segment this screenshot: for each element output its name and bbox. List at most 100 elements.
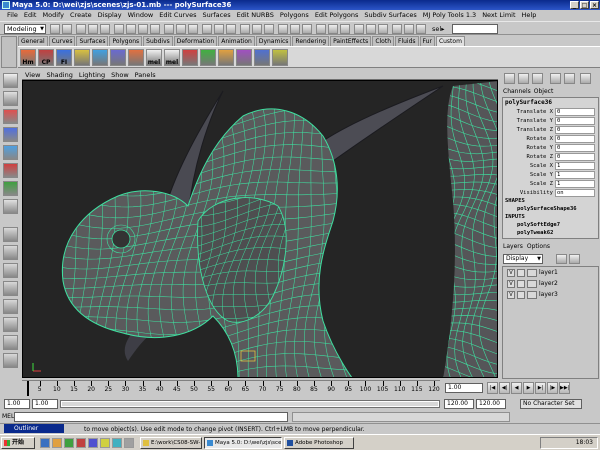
status-tool-icon[interactable] (240, 24, 250, 34)
viewport-menu[interactable]: Show (111, 70, 129, 79)
channel-attribute-value[interactable]: 0 (555, 107, 595, 116)
layout-four-icon[interactable] (3, 245, 18, 260)
paint-select-icon[interactable] (3, 109, 18, 124)
shelf-tab[interactable]: Dynamics (255, 36, 292, 46)
channel-attribute-value[interactable]: on (555, 188, 595, 197)
status-tool-icon[interactable] (392, 24, 402, 34)
new-layer-icon[interactable] (556, 254, 567, 264)
rotate-tool-icon[interactable] (3, 145, 18, 160)
status-tool-icon[interactable] (264, 24, 274, 34)
channel-attribute-value[interactable]: 1 (555, 161, 595, 170)
layer-mode-dropdown[interactable]: Display ▼ (503, 254, 543, 264)
status-tool-icon[interactable] (316, 24, 326, 34)
channel-attribute-value[interactable]: 0 (555, 125, 595, 134)
input-node[interactable]: polySoftEdge7 (503, 221, 598, 229)
shelf-tab[interactable]: Rendering (292, 36, 330, 46)
playback-button[interactable]: |▶ (547, 382, 558, 394)
current-frame-field[interactable]: 1.00 (445, 383, 483, 393)
shelf-tab[interactable]: General (18, 36, 48, 46)
menu-item[interactable]: Edit Curves (156, 10, 199, 21)
last-tool-icon[interactable] (3, 199, 18, 214)
object-menu[interactable]: Object (534, 88, 554, 97)
menu-item[interactable]: Next Limit (479, 10, 518, 21)
animation-end-field[interactable]: 120.00 (476, 399, 506, 409)
shelf-tab[interactable]: Subdivs (143, 36, 173, 46)
shelf-tab[interactable]: Surfaces (76, 36, 109, 46)
shelf-button[interactable] (110, 49, 126, 66)
minimize-button[interactable]: _ (570, 1, 579, 9)
shelf-button[interactable]: mel (146, 49, 162, 66)
shelf-tab[interactable]: PaintEffects (330, 36, 372, 46)
status-tool-icon[interactable] (378, 24, 388, 34)
layer-playback-toggle[interactable] (517, 290, 525, 299)
layer-row[interactable]: Vlayer3 (503, 289, 598, 300)
status-tool-icon[interactable] (404, 24, 414, 34)
shelf-button[interactable] (128, 49, 144, 66)
status-tool-icon[interactable] (126, 24, 136, 34)
channel-attribute-value[interactable]: 0 (555, 143, 595, 152)
channel-attribute-value[interactable]: 0 (555, 152, 595, 161)
move-tool-icon[interactable] (3, 127, 18, 142)
shelf-button[interactable] (272, 49, 288, 66)
shelf-tab[interactable]: Curves (48, 36, 76, 46)
status-tool-icon[interactable] (226, 24, 236, 34)
status-tool-icon[interactable] (214, 24, 224, 34)
shelf-button[interactable]: FI (56, 49, 72, 66)
layer-visibility-toggle[interactable]: V (507, 279, 515, 288)
panel-toggle-icon[interactable] (564, 73, 575, 84)
options-menu[interactable]: Options (527, 243, 550, 252)
scale-tool-icon[interactable] (3, 163, 18, 178)
quick-launch-icon[interactable] (100, 438, 110, 448)
menu-item[interactable]: Window (125, 10, 157, 21)
menu-item[interactable]: Subdiv Surfaces (361, 10, 419, 21)
menu-item[interactable]: File (4, 10, 21, 21)
playback-button[interactable]: ▶ (523, 382, 534, 394)
playback-button[interactable]: ◀ (511, 382, 522, 394)
viewport-menu[interactable]: Shading (46, 70, 72, 79)
layout-custom-icon[interactable] (3, 335, 18, 350)
playback-end-field[interactable]: 120.00 (444, 399, 474, 409)
layer-visibility-toggle[interactable]: V (507, 268, 515, 277)
quick-select-input[interactable] (452, 24, 498, 34)
status-tool-icon[interactable] (354, 24, 364, 34)
shelf-button[interactable]: CP (38, 49, 54, 66)
layout-persp-icon[interactable] (3, 263, 18, 278)
perspective-viewport[interactable] (22, 80, 498, 378)
manipulator-icon[interactable] (3, 181, 18, 196)
panel-toggle-icon[interactable] (580, 73, 591, 84)
menu-item[interactable]: Display (95, 10, 125, 21)
status-tool-icon[interactable] (290, 24, 300, 34)
channel-attribute-value[interactable]: 1 (555, 170, 595, 179)
panel-toggle-icon[interactable] (518, 73, 529, 84)
layer-color-swatch[interactable] (527, 268, 537, 277)
menu-item[interactable]: MJ Poly Tools 1.3 (420, 10, 479, 21)
panel-toggle-icon[interactable] (550, 73, 561, 84)
shelf-button[interactable] (218, 49, 234, 66)
character-set-dropdown[interactable]: No Character Set (520, 399, 582, 409)
time-slider[interactable]: 5 10 15 20 25 30 35 40 45 50 55 60 65 70 75 80 85 90 95 100… (22, 380, 440, 396)
input-node[interactable]: polyTweak62 (503, 229, 598, 237)
shelf-tab[interactable]: Deformation (173, 36, 218, 46)
shelf-tab[interactable]: Fluids (395, 36, 419, 46)
layout-script-icon[interactable] (3, 353, 18, 368)
status-tool-icon[interactable] (62, 24, 72, 34)
taskbar-task-button[interactable]: Maya 5.0: D:\wei\zjs\sce... (204, 437, 282, 449)
mel-command-input[interactable] (14, 412, 288, 422)
shelf-button[interactable] (182, 49, 198, 66)
taskbar-task-button[interactable]: E:\work\CS08-SW-5C13-... (140, 437, 202, 449)
maximize-button[interactable]: □ (580, 1, 589, 9)
status-tool-icon[interactable] (366, 24, 376, 34)
quick-launch-icon[interactable] (76, 438, 86, 448)
channel-attribute-value[interactable]: 1 (555, 179, 595, 188)
select-tool-icon[interactable] (3, 73, 18, 88)
layout-hypershade-icon[interactable] (3, 317, 18, 332)
shelf-button[interactable]: mel (164, 49, 180, 66)
status-tool-icon[interactable] (328, 24, 338, 34)
layout-outliner-icon[interactable] (3, 281, 18, 296)
status-tool-icon[interactable] (150, 24, 160, 34)
animation-start-field[interactable]: 1.00 (4, 399, 30, 409)
status-tool-icon[interactable] (340, 24, 350, 34)
status-tool-icon[interactable] (278, 24, 288, 34)
menu-item[interactable]: Create (67, 10, 95, 21)
viewport-menu[interactable]: Lighting (79, 70, 105, 79)
